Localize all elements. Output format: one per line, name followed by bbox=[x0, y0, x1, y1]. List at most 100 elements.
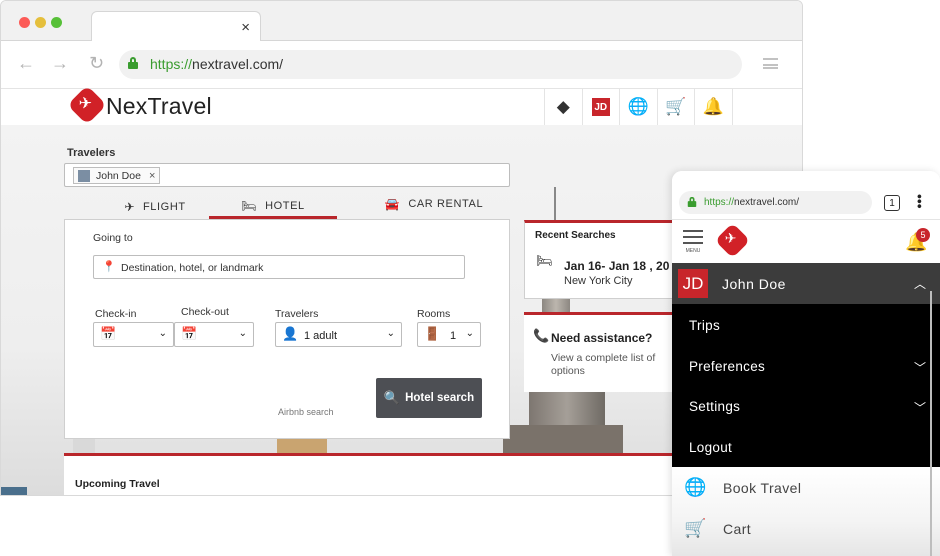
browser-menu-icon[interactable] bbox=[763, 58, 778, 69]
lock-icon bbox=[687, 196, 697, 208]
hotel-search-label: Hotel search bbox=[405, 392, 475, 404]
hotel-search-button[interactable]: 🔍 Hotel search bbox=[376, 378, 482, 418]
mobile-address-bar[interactable]: https://nextravel.com/ bbox=[679, 191, 872, 214]
user-menu-header[interactable]: JD John Doe ︿ bbox=[672, 263, 940, 304]
back-arrow-icon[interactable]: ← bbox=[17, 53, 35, 74]
user-initials-badge: JD bbox=[678, 269, 708, 298]
nav-item-book-travel[interactable]: Book Travel bbox=[723, 480, 801, 496]
menu-caption: MENU bbox=[685, 248, 701, 254]
calendar-icon: 📅 bbox=[181, 326, 198, 341]
checkout-field[interactable]: 📅 ⌄ bbox=[174, 322, 254, 347]
url-text: https://nextravel.com/ bbox=[150, 56, 284, 72]
site-header: ✈ NexTravel ◆ JD 🌐 🛒 🔔 bbox=[1, 85, 802, 125]
forward-arrow-icon[interactable]: → bbox=[51, 53, 69, 74]
user-initials-badge: JD bbox=[591, 98, 610, 116]
close-window-button[interactable] bbox=[19, 17, 30, 28]
mobile-nav-list: 🌐 Book Travel 🛒 Cart bbox=[672, 467, 940, 556]
travelers-value: 1 adult bbox=[304, 330, 338, 342]
tab-car-label: CAR RENTAL bbox=[408, 198, 484, 210]
browser-toolbar: ← → ↻ https://nextravel.com/ bbox=[1, 41, 802, 89]
rooms-value: 1 bbox=[450, 330, 457, 342]
checkin-label: Check-in bbox=[95, 308, 137, 320]
nextravel-logo-icon[interactable]: ✈ bbox=[714, 222, 751, 259]
traveler-chip-label: John Doe bbox=[96, 169, 141, 182]
traveler-chip[interactable]: John Doe × bbox=[73, 167, 161, 184]
tag-icon[interactable]: ◆ bbox=[545, 89, 583, 125]
assistance-panel: 📞 Need assistance? View a complete list … bbox=[524, 312, 684, 392]
travelers-label: Travelers bbox=[67, 147, 116, 159]
menu-item-logout[interactable]: Logout bbox=[689, 440, 732, 455]
user-avatar-button[interactable]: JD bbox=[583, 89, 620, 125]
chevron-up-icon: ︿ bbox=[913, 277, 926, 291]
cart-icon[interactable]: 🛒 bbox=[658, 89, 695, 125]
address-bar[interactable]: https://nextravel.com/ bbox=[119, 50, 742, 79]
menu-item-preferences[interactable]: Preferences bbox=[689, 359, 765, 374]
airbnb-search-link[interactable]: Airbnb search bbox=[278, 407, 334, 417]
remove-traveler-icon[interactable]: × bbox=[149, 170, 155, 182]
hamburger-menu-icon[interactable]: MENU bbox=[683, 230, 703, 254]
cart-icon: 🛒 bbox=[684, 518, 707, 538]
globe-icon: 🌐 bbox=[684, 477, 707, 497]
chevron-down-icon[interactable]: ﹀ bbox=[914, 399, 926, 416]
search-icon: 🔍 bbox=[383, 390, 401, 405]
menu-item-trips[interactable]: Trips bbox=[689, 318, 720, 333]
recent-search-city: New York City bbox=[564, 275, 633, 287]
recent-searches-panel: Recent Searches 🛏 Jan 16- Jan 18 , 20 Ne… bbox=[524, 220, 684, 299]
chevron-down-icon[interactable]: ﹀ bbox=[914, 359, 926, 376]
notification-count-badge: 5 bbox=[916, 228, 930, 242]
header-icons: ◆ JD 🌐 🛒 🔔 bbox=[544, 89, 733, 125]
mobile-url-text: https://nextravel.com/ bbox=[704, 197, 800, 208]
reload-icon[interactable]: ↻ bbox=[89, 53, 104, 74]
mobile-browser: https://nextravel.com/ 1 ••• MENU ✈ 🔔 5 … bbox=[672, 171, 940, 556]
rooms-select[interactable]: 🚪 1 ⌄ bbox=[417, 322, 481, 347]
brand-name: NexTravel bbox=[106, 93, 212, 119]
upcoming-travel-title: Upcoming Travel bbox=[75, 478, 160, 490]
scrollbar[interactable] bbox=[930, 291, 932, 556]
tab-hotel-label: HOTEL bbox=[265, 199, 305, 212]
assistance-text[interactable]: View a complete list of options bbox=[551, 352, 683, 378]
going-to-label: Going to bbox=[93, 232, 133, 244]
more-options-icon[interactable]: ••• bbox=[912, 194, 928, 209]
bell-icon[interactable]: 🔔 bbox=[695, 89, 733, 125]
bed-icon: 🛏 bbox=[241, 198, 258, 213]
destination-input[interactable]: 📍 Destination, hotel, or landmark bbox=[93, 255, 465, 279]
calendar-icon: 📅 bbox=[100, 326, 117, 341]
location-pin-icon: 📍 bbox=[102, 261, 116, 273]
travelers-field-label: Travelers bbox=[275, 308, 319, 320]
nextravel-logo-icon[interactable]: ✈ bbox=[67, 85, 107, 125]
mobile-browser-chrome: https://nextravel.com/ 1 ••• bbox=[672, 171, 940, 220]
checkin-field[interactable]: 📅 ⌄ bbox=[93, 322, 174, 347]
minimize-window-button[interactable] bbox=[35, 17, 46, 28]
corner-badge bbox=[1, 487, 27, 495]
upcoming-travel-panel: Upcoming Travel bbox=[64, 453, 724, 495]
door-icon: 🚪 bbox=[424, 326, 441, 341]
assistance-title: Need assistance? bbox=[551, 331, 653, 345]
tab-close-icon[interactable]: × bbox=[241, 19, 250, 36]
recent-search-dates: Jan 16- Jan 18 , 20 bbox=[564, 259, 670, 273]
maximize-window-button[interactable] bbox=[51, 17, 62, 28]
hotel-search-card: Going to 📍 Destination, hotel, or landma… bbox=[64, 219, 510, 439]
tab-car-rental[interactable]: 🚘 CAR RENTAL bbox=[369, 192, 499, 216]
nav-item-cart[interactable]: Cart bbox=[723, 521, 751, 537]
rooms-label: Rooms bbox=[417, 308, 451, 320]
tab-hotel[interactable]: 🛏 HOTEL bbox=[209, 195, 337, 219]
tab-count-button[interactable]: 1 bbox=[884, 195, 900, 211]
user-name: John Doe bbox=[722, 276, 786, 292]
travelers-input[interactable]: John Doe × bbox=[64, 163, 510, 187]
tab-flight[interactable]: ✈ FLIGHT bbox=[94, 195, 216, 219]
booking-tabs: ✈ FLIGHT 🛏 HOTEL 🚘 CAR RENTAL bbox=[64, 195, 510, 219]
menu-item-settings[interactable]: Settings bbox=[689, 399, 740, 414]
car-icon: 🚘 bbox=[384, 197, 401, 211]
tab-flight-label: FLIGHT bbox=[142, 201, 186, 213]
travelers-select[interactable]: 👤 1 adult ⌄ bbox=[275, 322, 402, 347]
tab-bar: × bbox=[1, 1, 802, 42]
browser-tab[interactable]: × bbox=[91, 11, 261, 42]
chevron-down-icon: ⌄ bbox=[465, 328, 474, 339]
globe-icon[interactable]: 🌐 bbox=[620, 89, 658, 125]
user-menu: Trips Preferences ﹀ Settings ﹀ Logout bbox=[672, 304, 940, 467]
chevron-down-icon: ⌄ bbox=[238, 328, 247, 339]
checkout-label: Check-out bbox=[181, 306, 229, 318]
phone-icon: 📞 bbox=[533, 328, 550, 343]
destination-placeholder: Destination, hotel, or landmark bbox=[121, 262, 264, 274]
lock-icon bbox=[128, 57, 138, 69]
